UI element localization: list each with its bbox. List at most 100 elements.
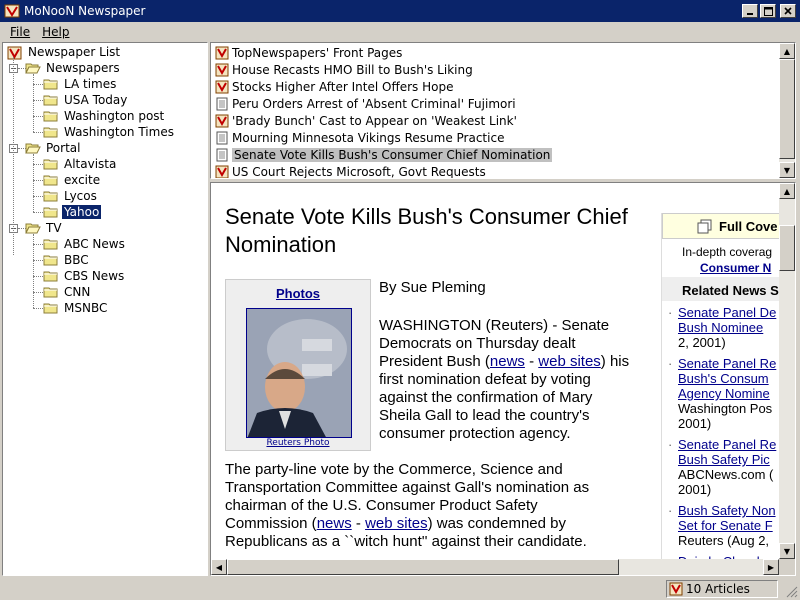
related-news-link[interactable]: Set for Senate F — [668, 518, 773, 533]
tree-line — [33, 244, 43, 245]
related-news-link[interactable]: Agency Nomine — [668, 386, 770, 401]
inline-link[interactable]: web sites — [538, 353, 601, 370]
title-bar: MoNooN Newspaper — [0, 0, 800, 22]
tree-item[interactable]: Altavista — [43, 156, 118, 172]
menu-help[interactable]: Help — [36, 25, 75, 39]
tree-item[interactable]: USA Today — [43, 92, 129, 108]
tree-line — [33, 74, 34, 132]
scroll-down-button[interactable]: ▼ — [779, 162, 795, 178]
headline-row[interactable]: TopNewspapers' Front Pages — [215, 44, 402, 61]
page-icon — [215, 148, 229, 162]
folder-icon — [43, 78, 59, 90]
related-news-link[interactable]: · Senate Panel Re — [668, 437, 776, 452]
headline-row[interactable]: Peru Orders Arrest of 'Absent Criminal' … — [215, 95, 516, 112]
related-news-link[interactable]: Bush's Consum — [668, 371, 769, 386]
news-photo[interactable] — [246, 308, 352, 438]
status-article-count: 10 Articles — [666, 580, 778, 598]
headline-row[interactable]: Senate Vote Kills Bush's Consumer Chief … — [215, 146, 553, 163]
scroll-up-button[interactable]: ▲ — [779, 43, 795, 59]
tree-root[interactable]: Newspaper List — [7, 44, 122, 60]
article-title: Senate Vote Kills Bush's Consumer Chief … — [225, 204, 628, 257]
scroll-thumb[interactable] — [779, 225, 795, 271]
page-icon — [215, 97, 229, 111]
headline-row[interactable]: House Recasts HMO Bill to Bush's Liking — [215, 61, 473, 78]
tree-line — [33, 132, 43, 133]
scroll-thumb[interactable] — [779, 59, 795, 159]
headline-list: US Court Rejects Microsoft, Govt Request… — [210, 42, 796, 179]
menu-file[interactable]: File — [4, 25, 36, 39]
folder-icon — [43, 190, 59, 202]
scroll-corner — [779, 559, 795, 575]
tree-line — [33, 260, 43, 261]
tree-item[interactable]: Washington post — [43, 108, 166, 124]
related-news-link[interactable]: · Bush Safety Non — [668, 503, 776, 518]
bullet: · — [668, 437, 673, 452]
text-span: - — [351, 515, 366, 532]
coverage-link[interactable]: Consumer N — [700, 261, 771, 275]
related-news-source: Washington Pos — [668, 401, 772, 416]
related-news-link[interactable]: Bush Safety Pic — [668, 452, 770, 467]
tree-item[interactable]: Washington Times — [43, 124, 176, 140]
window-title: MoNooN Newspaper — [24, 4, 146, 18]
tree-item[interactable]: Lycos — [43, 188, 99, 204]
inline-link[interactable]: news — [317, 515, 352, 532]
inline-link[interactable]: web sites — [365, 515, 428, 532]
article-scrollbar[interactable]: ▲ ▼ — [779, 183, 795, 559]
tree-item[interactable]: BBC — [43, 252, 91, 268]
tree-item[interactable]: excite — [43, 172, 102, 188]
scroll-down-button[interactable]: ▼ — [779, 543, 795, 559]
tree-line — [33, 308, 43, 309]
tree-line — [33, 196, 43, 197]
menu-bar: File Help — [0, 22, 800, 42]
tree-line — [33, 180, 43, 181]
photos-link[interactable]: Photos — [226, 286, 370, 301]
article-paragraph-2: The party-line vote by the Commerce, Sci… — [225, 461, 665, 551]
headline-row[interactable]: Stocks Higher After Intel Offers Hope — [215, 78, 453, 95]
tree-item[interactable]: ABC News — [43, 236, 127, 252]
tree-group-newspapers[interactable]: Newspapers — [25, 60, 122, 76]
news-icon — [215, 114, 229, 128]
tree-item[interactable]: CBS News — [43, 268, 126, 284]
headline-list-scrollbar[interactable]: ▲ ▼ — [779, 43, 795, 178]
status-bar: 10 Articles — [0, 578, 800, 600]
minimize-button[interactable] — [742, 4, 758, 18]
tree-line — [13, 57, 14, 255]
coverage-icon — [697, 219, 712, 234]
headline-text: Stocks Higher After Intel Offers Hope — [232, 79, 454, 94]
tree-item-label: BBC — [64, 253, 89, 267]
open-folder-icon — [25, 62, 41, 74]
scroll-up-button[interactable]: ▲ — [779, 183, 795, 199]
folder-icon — [43, 206, 59, 218]
tree-item[interactable]: Yahoo — [43, 204, 102, 220]
headline-row[interactable]: US Court Rejects Microsoft, Govt Request… — [215, 163, 486, 178]
text-line: consumer protection agency. — [379, 425, 571, 442]
headline-row[interactable]: 'Brady Bunch' Cast to Appear on 'Weakest… — [215, 112, 517, 129]
related-news-text: 2001) — [678, 482, 712, 497]
inline-link[interactable]: news — [490, 353, 525, 370]
scroll-right-button[interactable]: ▶ — [763, 559, 779, 575]
open-folder-icon — [25, 142, 41, 154]
photo-caption[interactable]: Reuters Photo — [226, 438, 370, 448]
tree-item[interactable]: LA times — [43, 76, 118, 92]
coverage-header-text: Full Cove — [719, 218, 778, 234]
related-news-link[interactable]: · Senate Panel Re — [668, 356, 776, 371]
tree-group-tv[interactable]: TV — [25, 220, 64, 236]
tree-item[interactable]: MSNBC — [43, 300, 109, 316]
tree-item-label: Lycos — [64, 189, 97, 203]
article-hscrollbar[interactable]: ◀ ▶ — [211, 559, 779, 575]
related-news-link[interactable]: Bush Nominee — [668, 320, 763, 335]
tree-line — [33, 212, 43, 213]
resize-grip-icon[interactable] — [786, 586, 798, 598]
bullet: · — [668, 356, 673, 371]
article-paragraph-1: WASHINGTON (Reuters) - Senate Democrats o… — [379, 317, 659, 443]
related-news-link[interactable]: · Senate Panel De — [668, 305, 776, 320]
tree-item[interactable]: CNN — [43, 284, 92, 300]
maximize-button[interactable] — [760, 4, 776, 18]
scroll-left-button[interactable]: ◀ — [211, 559, 227, 575]
related-news-text: Bush Safety Pic — [678, 452, 770, 467]
scroll-thumb[interactable] — [227, 559, 619, 575]
text-line: first nomination defeat by voting — [379, 371, 591, 388]
close-button[interactable] — [780, 4, 796, 18]
headline-row[interactable]: Mourning Minnesota Vikings Resume Practi… — [215, 129, 504, 146]
tree-line — [33, 116, 43, 117]
